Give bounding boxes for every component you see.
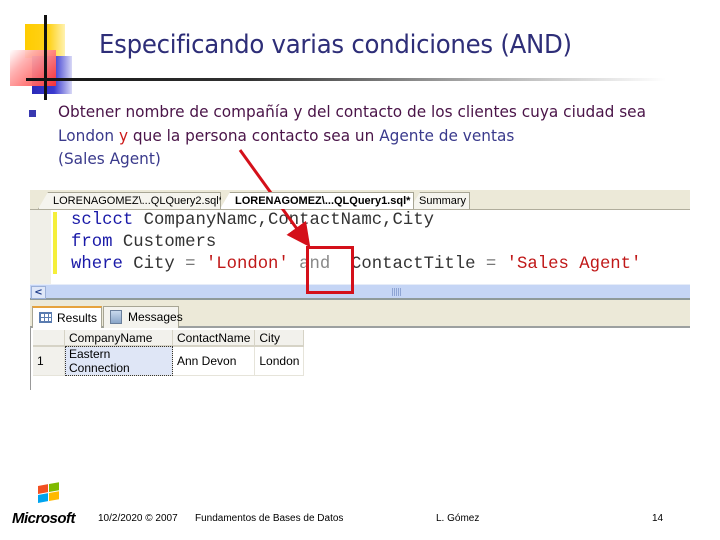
row-number[interactable]: 1 bbox=[33, 346, 65, 376]
highlight-agente: Agente de ventas bbox=[379, 125, 515, 145]
scroll-grip-icon[interactable] bbox=[392, 288, 401, 296]
decorative-vertical-line bbox=[44, 15, 47, 100]
results-grid: CompanyName ContactName City 1 Eastern C… bbox=[33, 330, 305, 376]
tab-results-label: Results bbox=[57, 311, 98, 325]
tab-results[interactable]: Results bbox=[32, 306, 102, 328]
editor-gutter bbox=[30, 210, 51, 284]
horizontal-scrollbar[interactable]: < bbox=[30, 284, 690, 300]
microsoft-wordmark: Microsoft bbox=[12, 510, 76, 527]
page-number: 14 bbox=[652, 513, 664, 524]
sql-code[interactable]: sclcct CompanyNamc,ContactNamc,City from… bbox=[71, 210, 641, 276]
scroll-left-arrow-icon[interactable]: < bbox=[31, 286, 46, 299]
bullet-square-icon bbox=[29, 110, 36, 117]
highlight-sales-agent: (Sales Agent) bbox=[58, 149, 161, 168]
windows-flag-icon bbox=[38, 482, 60, 504]
column-header[interactable]: CompanyName bbox=[64, 330, 173, 347]
string-literal: 'Sales Agent' bbox=[496, 255, 642, 274]
keyword-where: where bbox=[71, 255, 123, 274]
change-indicator-bar bbox=[53, 212, 57, 274]
tab-messages[interactable]: Messages bbox=[103, 306, 183, 328]
code-text: CompanyNamc,ContactNamc,City bbox=[133, 211, 434, 230]
footer-date: 10/2/2020 © 2007 bbox=[98, 513, 178, 524]
results-grid-area: CompanyName ContactName City 1 Eastern C… bbox=[30, 328, 691, 390]
messages-icon bbox=[110, 310, 122, 324]
highlight-london: London bbox=[58, 125, 115, 145]
tab-query2[interactable]: LORENAGOMEZ\...QLQuery2.sql* bbox=[38, 192, 221, 209]
bullet-text-part1: Obtener nombre de compañía y del contact… bbox=[58, 102, 646, 121]
grid-icon bbox=[39, 312, 52, 323]
bullet-text: Obtener nombre de compañía y del contact… bbox=[58, 100, 678, 171]
ssms-screenshot: LORENAGOMEZ\...QLQuery2.sql* LORENAGOMEZ… bbox=[30, 190, 691, 390]
cell-company-name[interactable]: Eastern Connection bbox=[64, 346, 173, 376]
grid-header-row: CompanyName ContactName City bbox=[33, 330, 305, 347]
column-header[interactable]: City bbox=[254, 330, 305, 347]
document-tabstrip: LORENAGOMEZ\...QLQuery2.sql* LORENAGOMEZ… bbox=[30, 190, 690, 210]
microsoft-logo: Microsoft bbox=[10, 482, 90, 528]
operator: = bbox=[485, 255, 497, 274]
row-number-header bbox=[33, 330, 65, 347]
slide-title: Especificando varias condiciones (AND) bbox=[99, 30, 572, 60]
column-header[interactable]: ContactName bbox=[172, 330, 256, 347]
operator: = bbox=[185, 255, 196, 274]
bullet-text-part2: que la persona contacto sea un bbox=[128, 125, 380, 145]
cell-contact-name[interactable]: Ann Devon bbox=[172, 346, 256, 376]
footer-course: Fundamentos de Bases de Datos bbox=[195, 513, 344, 524]
keyword-from: from bbox=[71, 233, 113, 252]
code-text: Customers bbox=[112, 233, 217, 252]
string-literal: 'London' bbox=[195, 255, 289, 274]
code-text: City bbox=[122, 255, 186, 274]
tab-messages-label: Messages bbox=[128, 310, 183, 324]
title-underline bbox=[26, 78, 666, 81]
cell-city[interactable]: London bbox=[254, 346, 305, 376]
tab-query1[interactable]: LORENAGOMEZ\...QLQuery1.sql* bbox=[220, 192, 414, 209]
table-row: 1 Eastern Connection Ann Devon London bbox=[33, 346, 305, 376]
and-highlight-box bbox=[306, 246, 354, 294]
results-tabstrip: Results Messages bbox=[30, 300, 690, 328]
tab-summary[interactable]: Summary bbox=[410, 192, 470, 209]
footer-author: L. Gómez bbox=[436, 513, 480, 524]
keyword-select: sclcct bbox=[71, 211, 134, 230]
highlight-y: y bbox=[118, 125, 129, 145]
